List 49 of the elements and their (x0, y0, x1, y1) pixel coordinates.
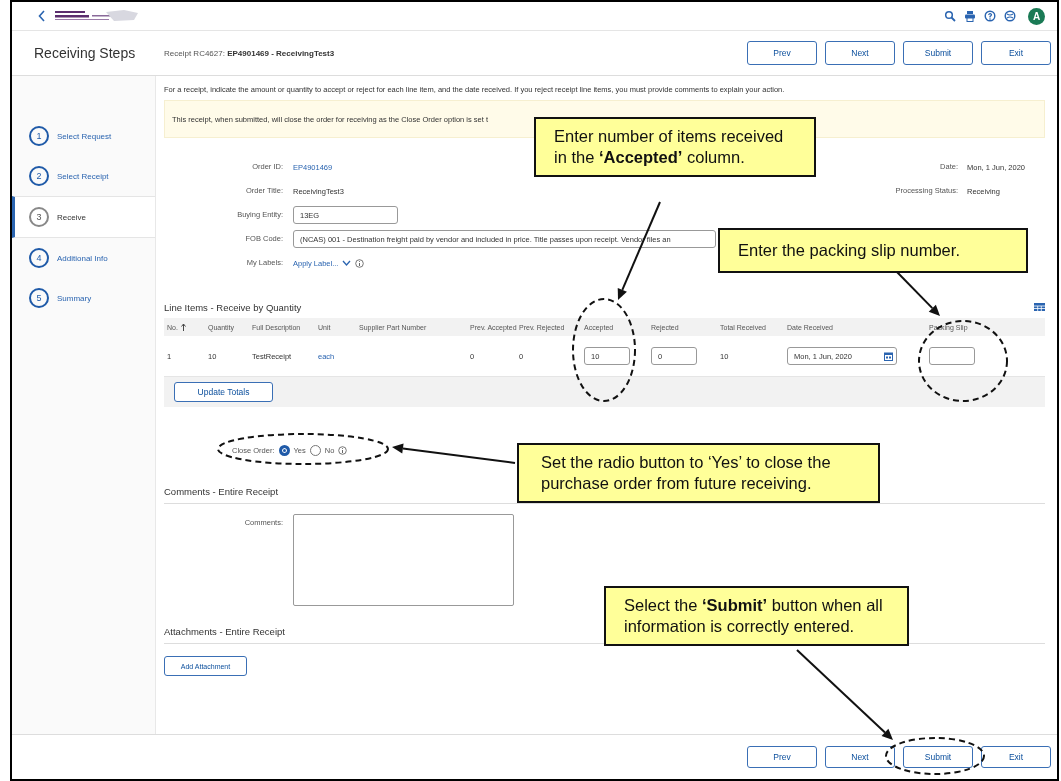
user-avatar[interactable]: A (1028, 7, 1045, 25)
comments-field[interactable] (293, 514, 514, 606)
nav-button[interactable]: Submit (903, 746, 973, 768)
step-number: 3 (29, 207, 49, 227)
step-item[interactable]: 3 Receive (12, 196, 155, 238)
step-item[interactable]: 1 Select Request (12, 116, 155, 156)
step-number: 2 (29, 166, 49, 186)
step-number: 4 (29, 248, 49, 268)
step-item[interactable]: 5 Summary (12, 278, 155, 318)
search-icon[interactable] (944, 10, 956, 22)
nav-button[interactable]: Next (825, 746, 895, 768)
nav-button[interactable]: Prev (747, 41, 817, 65)
section-title: Comments - Entire Receipt (164, 486, 279, 497)
nav-button[interactable]: Exit (981, 41, 1051, 65)
nav-button[interactable]: Prev (747, 746, 817, 768)
quantity-field[interactable] (929, 347, 975, 365)
table-settings-icon[interactable] (1034, 303, 1045, 311)
nav-button[interactable]: Exit (981, 746, 1051, 768)
callout-note: Set the radio button to ‘Yes’ to close the purchase order from future receiving. (517, 443, 880, 504)
print-icon[interactable] (964, 10, 976, 22)
update-totals-button[interactable]: Update Totals (174, 382, 273, 402)
chevron-down-icon[interactable] (342, 260, 352, 266)
sort-arrow-icon[interactable] (180, 323, 186, 331)
nav-button[interactable]: Next (825, 41, 895, 65)
calendar-icon[interactable] (884, 351, 893, 361)
step-label: Select Request (57, 131, 112, 141)
step-label: Receive (57, 212, 86, 222)
radio-button[interactable] (309, 445, 321, 456)
info-icon (355, 258, 365, 268)
arrow (896, 271, 940, 316)
step-label: Select Receipt (57, 171, 109, 181)
callout-note: Enter number of items received in the ‘Accepted’ column. (534, 117, 816, 178)
radio-button[interactable] (278, 445, 290, 456)
callout-note: Select the ‘Submit’ button when all information is correctly entered. (604, 586, 909, 647)
step-number: 1 (29, 126, 49, 146)
receipt-title: Receipt RC4627: EP4901469 - ReceivingTest3 (164, 48, 336, 58)
step-item[interactable]: 4 Additional Info (12, 238, 155, 278)
callout-note: Enter the packing slip number. (718, 228, 1028, 274)
section-title: Line Items - Receive by Quantity (164, 301, 303, 313)
info-icon (338, 446, 348, 455)
step-item[interactable]: 2 Select Receipt (12, 156, 155, 196)
step-number: 5 (29, 288, 49, 308)
help-icon[interactable] (984, 10, 996, 22)
section-title: Attachments - Entire Receipt (164, 626, 285, 637)
step-label: Additional Info (57, 253, 108, 263)
page-title: Receiving Steps (34, 45, 137, 61)
back-icon[interactable] (38, 10, 46, 22)
nav-button[interactable]: Submit (903, 41, 973, 65)
step-label: Summary (57, 293, 92, 303)
